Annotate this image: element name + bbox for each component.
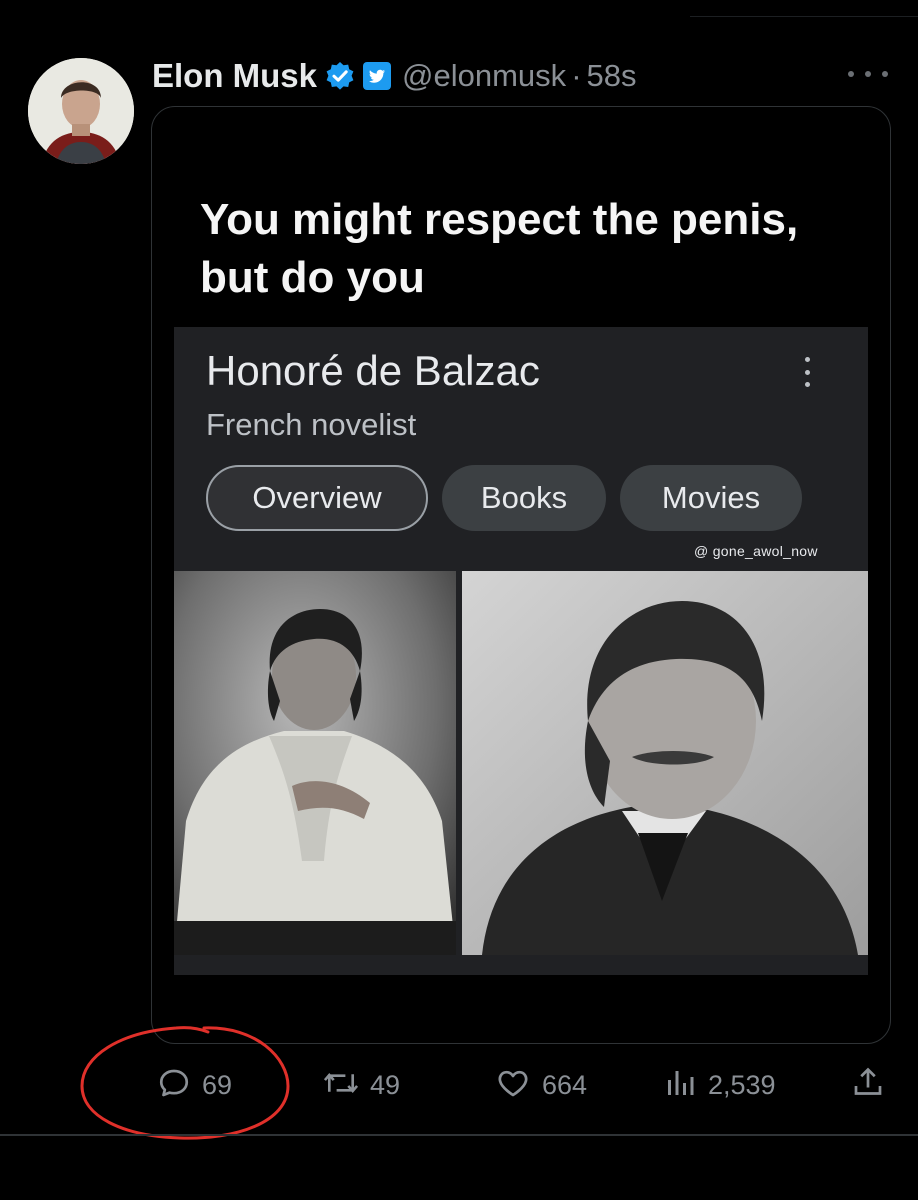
meme-caption: You might respect the penis, but do you xyxy=(200,191,880,307)
media-card[interactable]: You might respect the penis, but do you … xyxy=(151,106,891,1044)
header-separator: · xyxy=(571,58,582,93)
analytics-icon xyxy=(662,1065,698,1106)
tweet-header: Elon Musk @elonmusk · 58s xyxy=(152,54,637,98)
red-circle-annotation xyxy=(80,1026,290,1140)
view-count: 2,539 xyxy=(708,1069,776,1100)
views-button[interactable]: 2,539 xyxy=(662,1060,776,1110)
caption-line-1: You might respect the penis, xyxy=(200,195,799,244)
tab-movies: Movies xyxy=(620,465,802,531)
knowledge-panel: Honoré de Balzac French novelist Overvie… xyxy=(174,327,868,975)
top-divider xyxy=(690,16,918,17)
kp-more-icon xyxy=(802,357,812,387)
more-options-icon[interactable] xyxy=(848,60,888,88)
avatar[interactable] xyxy=(28,58,134,164)
twitter-bird-icon xyxy=(362,61,392,91)
balzac-photo-left xyxy=(174,571,456,955)
author-name[interactable]: Elon Musk xyxy=(152,57,317,95)
kp-subtitle: French novelist xyxy=(206,407,417,442)
verified-badge-icon xyxy=(325,61,355,91)
author-handle[interactable]: @elonmusk xyxy=(402,58,566,94)
tab-overview: Overview xyxy=(206,465,428,531)
balzac-photo-right xyxy=(462,571,868,955)
tab-books: Books xyxy=(442,465,606,531)
heart-icon xyxy=(494,1065,532,1106)
retweet-count: 49 xyxy=(370,1069,401,1100)
tweet-timestamp[interactable]: 58s xyxy=(587,58,637,94)
caption-line-2: but do you xyxy=(200,253,425,302)
retweet-icon xyxy=(322,1065,360,1106)
tweet-bottom-divider xyxy=(0,1134,918,1136)
like-button[interactable]: 664 xyxy=(494,1060,587,1110)
share-icon xyxy=(850,1065,886,1106)
watermark: @ gone_awol_now xyxy=(694,543,818,559)
kp-title: Honoré de Balzac xyxy=(206,347,540,394)
retweet-button[interactable]: 49 xyxy=(322,1060,400,1110)
share-button[interactable] xyxy=(850,1060,886,1110)
like-count: 664 xyxy=(542,1069,588,1100)
